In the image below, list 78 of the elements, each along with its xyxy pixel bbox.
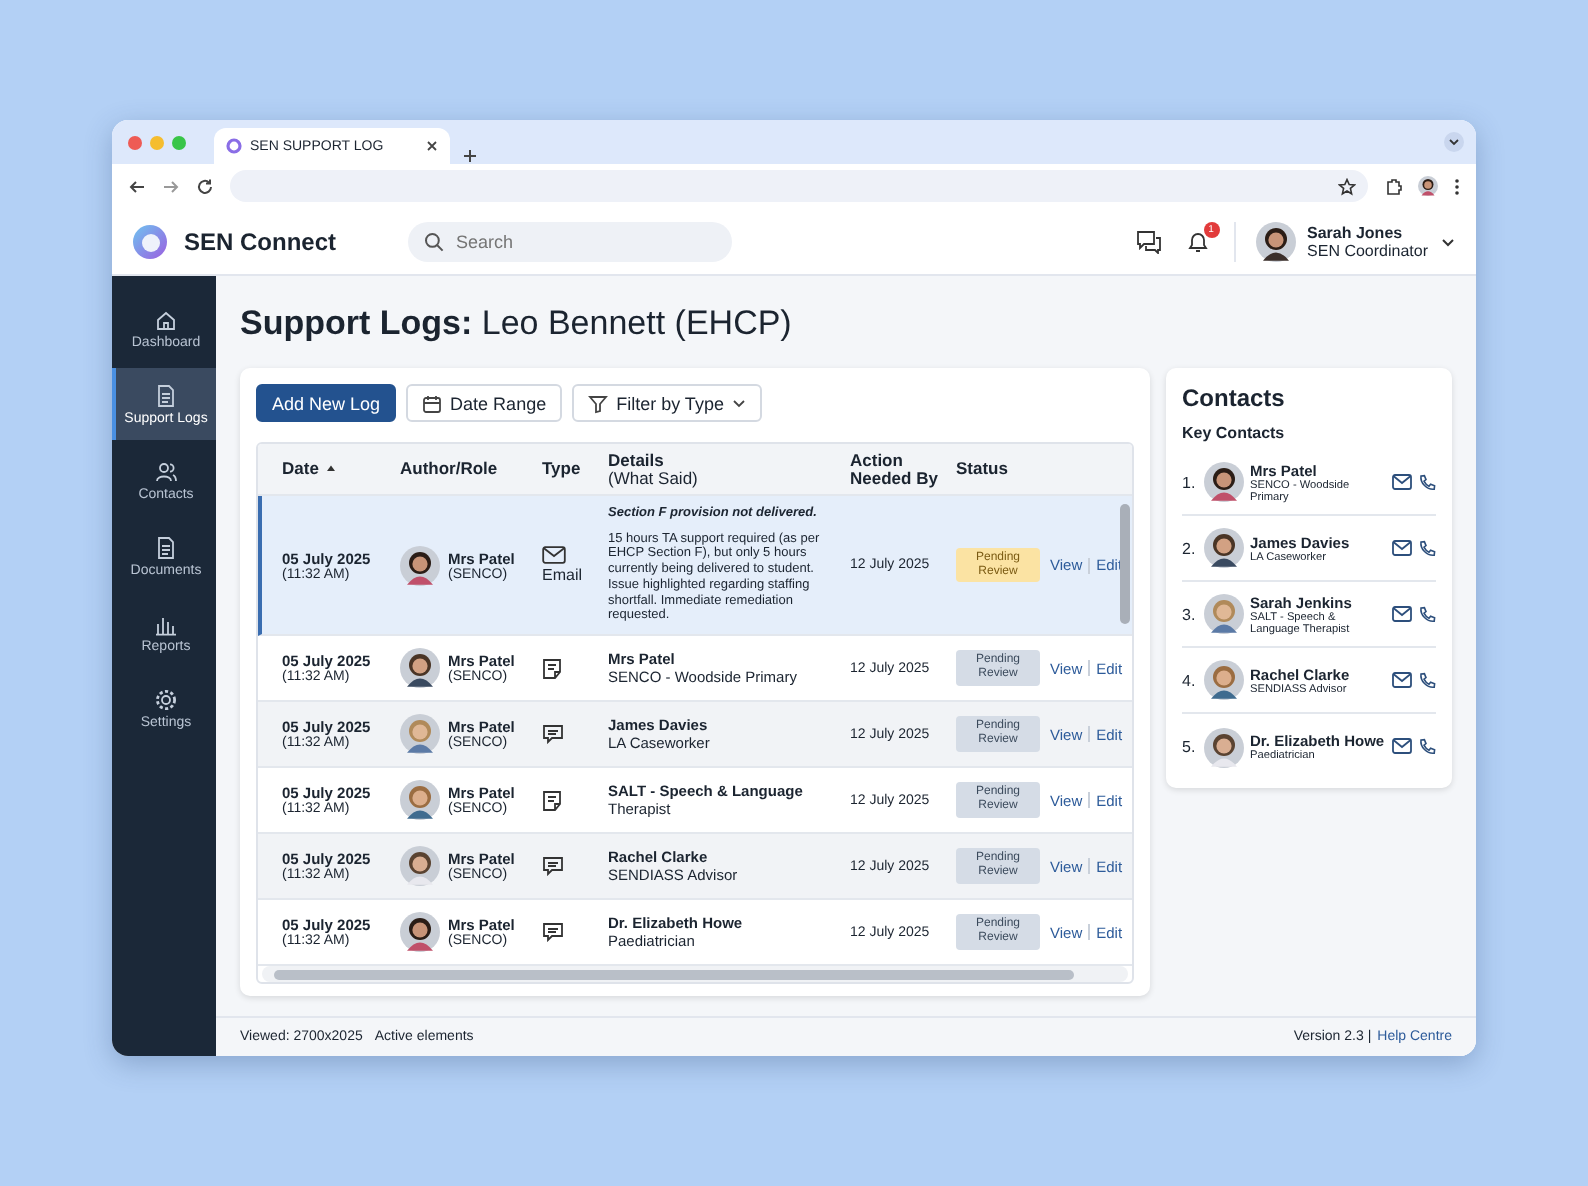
search-field[interactable]: Search	[408, 221, 733, 261]
panel-title: Contacts	[1182, 384, 1287, 412]
column-header: Type	[542, 460, 583, 478]
back-icon[interactable]	[128, 177, 146, 195]
column-header: Details (What Said)	[608, 451, 700, 487]
more-icon[interactable]	[1454, 177, 1460, 195]
chat-icon	[542, 724, 564, 744]
avatar-icon	[1255, 221, 1296, 261]
user-role: SEN Coordinator	[1307, 241, 1428, 259]
list-number: 3.	[1182, 605, 1198, 623]
avatar-icon	[400, 545, 440, 585]
app-name: SEN Connect	[184, 227, 337, 255]
email-icon[interactable]	[1392, 671, 1412, 687]
phone-icon[interactable]	[1418, 473, 1436, 491]
filter-dropdown[interactable]: Filter by Type	[572, 384, 762, 422]
filter-icon	[588, 393, 609, 413]
avatar-icon	[1204, 528, 1244, 568]
column-header: Author/Role	[400, 460, 500, 478]
add-log-button[interactable]: Add New Log	[256, 384, 397, 422]
phone-icon[interactable]	[1418, 605, 1436, 623]
list-number: 4.	[1182, 671, 1198, 689]
bell-icon[interactable]	[1185, 229, 1210, 253]
chevron-down-icon[interactable]	[1444, 132, 1464, 152]
avatar-icon	[1204, 594, 1244, 634]
plus-icon[interactable]	[462, 148, 478, 164]
column-header: Action Needed By	[850, 451, 940, 487]
avatar-icon	[400, 648, 440, 688]
avatar-icon	[1418, 176, 1438, 196]
search-icon	[424, 231, 445, 251]
vertical-scrollbar[interactable]	[1120, 504, 1130, 624]
chevron-down-icon[interactable]	[1440, 233, 1456, 249]
avatar-icon	[400, 846, 440, 886]
column-header: Status	[956, 460, 1010, 478]
note-icon	[542, 789, 562, 811]
chat-icon	[542, 856, 564, 876]
star-icon[interactable]	[1338, 177, 1356, 195]
email-icon[interactable]	[1392, 738, 1412, 754]
forward-icon[interactable]	[162, 177, 180, 195]
email-icon[interactable]	[1392, 473, 1412, 489]
reload-icon[interactable]	[196, 177, 214, 195]
document-icon	[154, 535, 178, 559]
date-range-button[interactable]: Date Range	[406, 384, 563, 422]
chevron-down-icon	[731, 396, 746, 410]
avatar-icon	[1204, 462, 1244, 502]
note-icon	[542, 657, 562, 679]
avatar-icon	[1204, 660, 1244, 700]
home-icon	[154, 307, 178, 331]
sort-up-icon[interactable]	[326, 464, 337, 473]
phone-icon[interactable]	[1418, 738, 1436, 756]
list-number: 5.	[1182, 738, 1198, 756]
settings-icon	[154, 687, 178, 711]
column-header[interactable]: Date	[282, 460, 319, 478]
email-icon	[542, 546, 566, 564]
user-name: Sarah Jones	[1307, 223, 1405, 241]
extension-icon[interactable]	[1384, 177, 1402, 195]
avatar-icon	[400, 714, 440, 754]
avatar-icon	[400, 912, 440, 952]
app-logo-icon	[132, 223, 168, 259]
avatar-icon	[1204, 727, 1244, 767]
chat-icon	[542, 922, 564, 942]
document-icon	[154, 383, 178, 407]
page-title: Support Logs: Leo Bennett (EHCP)	[240, 304, 794, 344]
list-number: 1.	[1182, 473, 1198, 491]
section-title: Key Contacts	[1182, 424, 1287, 442]
avatar-icon	[400, 780, 440, 820]
email-icon[interactable]	[1392, 539, 1412, 555]
chat-icon[interactable]	[1135, 229, 1162, 253]
email-icon[interactable]	[1392, 605, 1412, 621]
list-number: 2.	[1182, 539, 1198, 557]
close-icon[interactable]	[426, 140, 438, 152]
phone-icon[interactable]	[1418, 539, 1436, 557]
horizontal-scrollbar[interactable]	[262, 966, 1128, 982]
people-icon	[154, 459, 178, 483]
table-row[interactable]	[258, 496, 1132, 636]
type-label: Email	[542, 566, 583, 584]
phone-icon[interactable]	[1418, 671, 1436, 689]
app-logo-icon	[226, 138, 242, 154]
calendar-icon	[422, 393, 443, 413]
